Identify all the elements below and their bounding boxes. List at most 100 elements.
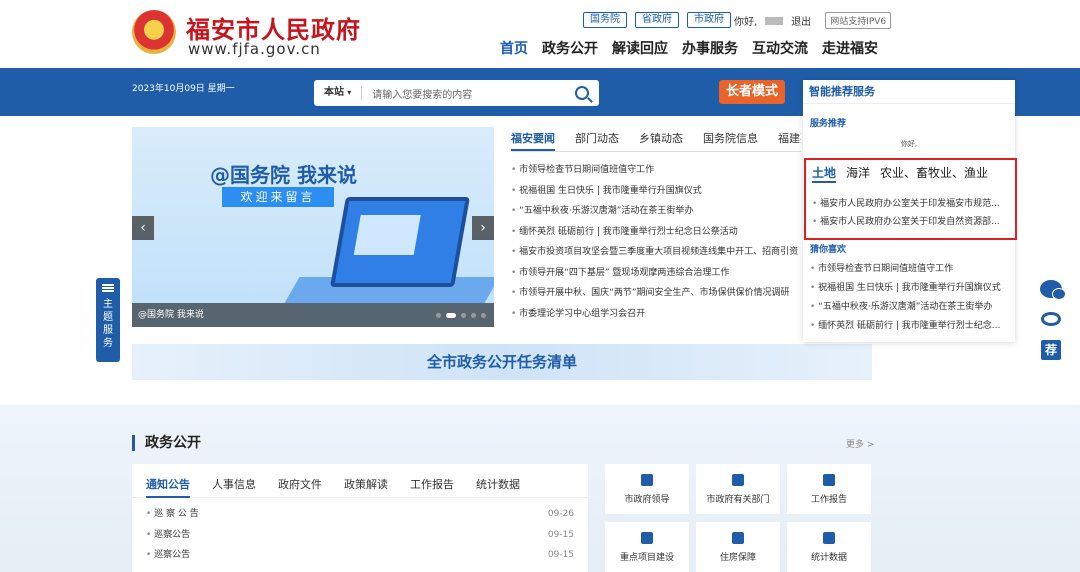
section-title: 政务公开 [132, 435, 201, 451]
list-item[interactable]: 巡察公告09-15 [146, 545, 574, 566]
link-city[interactable]: 市政府 [687, 12, 731, 28]
list-item[interactable]: 市领导检查节日期间值班值守工作 [511, 160, 801, 181]
greeting-text: 你好, [734, 17, 758, 28]
ipv6-badge: 网站支持IPV6 [825, 12, 892, 29]
carousel-dot-active[interactable] [446, 313, 456, 318]
tab-personnel[interactable]: 人事信息 [212, 476, 256, 497]
carousel-dot[interactable] [436, 313, 441, 318]
carousel-dots [436, 313, 486, 318]
nav-interaction[interactable]: 互动交流 [752, 38, 808, 58]
list-item[interactable]: “五福中秋夜·乐游汉唐潮”活动在茶王街举办 [511, 201, 801, 222]
search-scope-select[interactable]: 本站 ▾ [314, 86, 363, 100]
recommend-title: 智能推荐服务 [803, 80, 1015, 104]
carousel-prev-icon[interactable]: ‹ [132, 216, 154, 240]
list-item[interactable]: 巡 察 公 告09-26 [146, 504, 574, 525]
main-nav: 首页 政务公开 解读回应 办事服务 互动交流 走进福安 [500, 38, 878, 58]
tab-notices[interactable]: 通知公告 [146, 476, 190, 498]
carousel-dot[interactable] [481, 313, 486, 318]
list-item[interactable]: 福安市人民政府办公室关于印发自然资源部... [812, 213, 1008, 231]
list-item[interactable]: 缅怀英烈 砥砺前行 | 我市隆重举行烈士纪念日公祭活动 [511, 222, 801, 243]
tile-statistics[interactable]: 统计数据 [787, 522, 871, 572]
list-item[interactable]: 市委理论学习中心组学习会召开 [511, 304, 801, 325]
tab-agriculture[interactable]: 农业、畜牧业、渔业 [880, 164, 988, 183]
weibo-icon[interactable] [1041, 312, 1061, 326]
news-tabs: 福安要闻 部门动态 乡镇动态 国务院信息 福建要闻 [511, 130, 801, 152]
site-domain: www.fjfa.gov.cn [188, 40, 321, 58]
tile-departments[interactable]: 市政府有关部门 [696, 464, 780, 514]
masked-username [765, 16, 784, 25]
tile-key-projects[interactable]: 重点项目建设 [605, 522, 689, 572]
building-icon [732, 474, 744, 486]
service-tiles: 市政府领导 市政府有关部门 工作报告 重点项目建设 住房保障 统计数据 [605, 464, 872, 572]
link-state-council[interactable]: 国务院 [583, 12, 627, 28]
tile-housing[interactable]: 住房保障 [696, 522, 780, 572]
elder-mode-button[interactable]: 长者模式 [719, 80, 785, 104]
recommend-icon[interactable]: 荐 [1041, 340, 1061, 360]
current-date: 2023年10月09日 星期一 [132, 84, 235, 94]
topic-tabs: 土地 海洋 农业、畜牧业、渔业 [806, 160, 1015, 183]
list-item[interactable]: 福安市投资项目攻坚会暨三季度重大项目视频连线集中开工、招商引资 [511, 242, 801, 263]
list-item[interactable]: 巡察公告09-15 [146, 525, 574, 546]
tab-gov-documents[interactable]: 政府文件 [278, 476, 322, 497]
guess-list: 市领导检查节日期间值班值守工作 祝福祖国 生日快乐 | 我市隆重举行升国旗仪式 … [810, 260, 1010, 336]
tab-fuan-news[interactable]: 福安要闻 [511, 130, 555, 151]
more-link[interactable]: 更多 > [846, 437, 874, 450]
tile-work-report[interactable]: 工作报告 [787, 464, 871, 514]
carousel-headline: @国务院 我来说 [210, 163, 357, 187]
list-item[interactable]: 福安市人民政府办公室关于印发福安市规范... [812, 195, 1008, 213]
list-item[interactable]: 祝福祖国 生日快乐 | 我市隆重举行升国旗仪式 [511, 181, 801, 202]
notice-tabs: 通知公告 人事信息 政府文件 政策解读 工作报告 统计数据 [132, 464, 588, 498]
highlighted-topic-box: 土地 海洋 农业、畜牧业、渔业 福安市人民政府办公室关于印发福安市规范... 福… [804, 158, 1017, 240]
search-bar[interactable]: 本站 ▾ 请输入您要搜索的内容 [314, 80, 599, 106]
tab-land[interactable]: 土地 [812, 164, 837, 183]
task-list-banner[interactable]: 全市政务公开任务清单 [132, 344, 872, 380]
link-province[interactable]: 省政府 [635, 12, 679, 28]
carousel-next-icon[interactable]: › [472, 216, 494, 240]
list-item[interactable]: 祝福祖国 生日快乐 | 我市隆重举行升国旗仪式 [810, 279, 1010, 298]
smart-recommend-panel: 智能推荐服务 服务推荐 你好, 土地 海洋 农业、畜牧业、渔业 福安市人民政府办… [803, 80, 1017, 342]
nav-home[interactable]: 首页 [500, 38, 528, 58]
logout-link[interactable]: 退出 [791, 13, 811, 28]
notice-card: 通知公告 人事信息 政府文件 政策解读 工作报告 统计数据 巡 察 公 告09-… [132, 464, 588, 572]
carousel-illustration [330, 197, 470, 287]
tab-work-report[interactable]: 工作报告 [410, 476, 454, 497]
nav-about[interactable]: 走进福安 [822, 38, 878, 58]
site-header: 福安市人民政府 www.fjfa.gov.cn 国务院 省政府 市政府 你好, … [0, 0, 1080, 68]
list-item[interactable]: 市领导开展“四下基层” 暨现场观摩两违综合治理工作 [511, 263, 801, 284]
wechat-icon[interactable] [1040, 280, 1066, 300]
carousel-subline: 欢迎来留言 [222, 187, 334, 207]
news-panel: 福安要闻 部门动态 乡镇动态 国务院信息 福建要闻 市领导检查节日期间值班值守工… [511, 130, 801, 324]
theme-services-float[interactable]: 主 题 服 务 [96, 278, 120, 362]
tab-fujian-news[interactable]: 福建要闻 [778, 130, 801, 151]
search-icon[interactable] [575, 86, 589, 100]
nav-services[interactable]: 办事服务 [682, 38, 738, 58]
carousel-dot[interactable] [461, 313, 466, 318]
social-bar: 荐 [1040, 280, 1066, 360]
list-item[interactable]: “五福中秋夜·乐游汉唐潮”活动在茶王街举办 [810, 298, 1010, 317]
list-item[interactable]: 缅怀英烈 砥砺前行 | 我市隆重举行烈士纪念... [810, 317, 1010, 336]
tab-department-news[interactable]: 部门动态 [575, 130, 619, 151]
menu-icon [102, 284, 114, 292]
search-input[interactable]: 请输入您要搜索的内容 [372, 86, 575, 101]
tab-state-council-info[interactable]: 国务院信息 [703, 130, 758, 151]
tab-statistics[interactable]: 统计数据 [476, 476, 520, 497]
tab-township-news[interactable]: 乡镇动态 [639, 130, 683, 151]
nav-gov-affairs[interactable]: 政务公开 [542, 38, 598, 58]
national-emblem-icon [132, 10, 176, 54]
top-links: 国务院 省政府 市政府 [583, 12, 731, 28]
float-char: 题 [103, 312, 113, 323]
chart-icon [823, 532, 835, 544]
tab-ocean[interactable]: 海洋 [846, 164, 870, 183]
news-list: 市领导检查节日期间值班值守工作 祝福祖国 生日快乐 | 我市隆重举行升国旗仪式 … [511, 160, 801, 324]
news-carousel[interactable]: @国务院 我来说 欢迎来留言 @国务院 我来说 ‹ › [132, 127, 494, 327]
house-icon [732, 532, 744, 544]
notice-list: 巡 察 公 告09-26 巡察公告09-15 巡察公告09-15 [132, 498, 588, 566]
tile-city-leaders[interactable]: 市政府领导 [605, 464, 689, 514]
list-item[interactable]: 市领导开展中秋、国庆“两节”期间安全生产、市场保供保价情况调研 [511, 283, 801, 304]
recommend-greeting: 你好, [900, 140, 918, 148]
tab-policy-interpretation[interactable]: 政策解读 [344, 476, 388, 497]
chevron-down-icon: ▾ [347, 88, 352, 97]
list-item[interactable]: 市领导检查节日期间值班值守工作 [810, 260, 1010, 279]
carousel-dot[interactable] [471, 313, 476, 318]
nav-interpretation[interactable]: 解读回应 [612, 38, 668, 58]
